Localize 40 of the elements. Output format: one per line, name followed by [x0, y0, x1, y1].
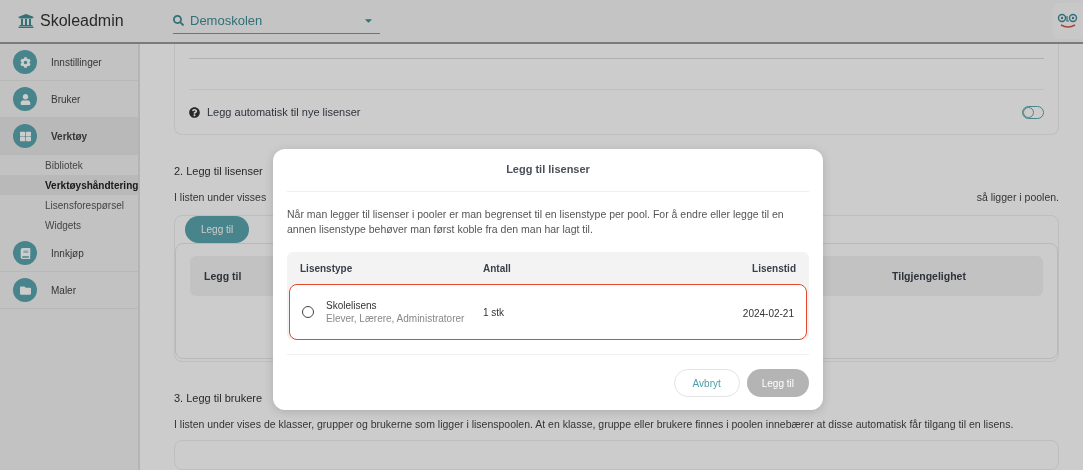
app-title: Skoleadmin [40, 12, 124, 30]
license-expiry: 2024-02-21 [742, 308, 794, 319]
column-header: Tilgjengelighet [891, 270, 967, 282]
menu-icon [13, 87, 37, 111]
menu-icon [13, 278, 37, 302]
face-icon [1057, 13, 1079, 29]
section-heading: 2. Legg til lisenser [174, 165, 263, 177]
auto-add-toggle[interactable] [1022, 105, 1044, 119]
section-description: I listen under vises de klasser, grupper og brukerne som ligger i lisenspoolen. At en klasse, gruppe eller brukere finnes i poolen innebærer at disse automatisk får tilgang til en lisens. [174, 418, 1015, 431]
help-icon [189, 106, 200, 118]
menu-icon [13, 241, 37, 265]
sidebar-subitem[interactable]: Bibliotek [0, 155, 138, 175]
sidebar-subitem[interactable]: Widgets [0, 215, 138, 235]
sidebar-item[interactable]: Innkjøp [0, 235, 138, 272]
column-header: Lisenstid [751, 262, 796, 274]
school-search-field[interactable]: Demoskolen [173, 8, 380, 34]
section-description: I listen under visses [174, 191, 267, 203]
sidebar-item[interactable]: Maler [0, 272, 138, 309]
sidebar-item[interactable]: Verktøy [0, 118, 138, 155]
column-header: Lisenstype [300, 262, 354, 274]
building-icon [18, 13, 34, 29]
cancel-button[interactable]: Avbryt [673, 369, 740, 397]
license-name: Skolelisens [326, 300, 378, 311]
section-heading: 3. Legg til brukere [174, 392, 263, 405]
license-roles: Elever, Lærere, Administratorer [326, 313, 465, 324]
license-row[interactable]: Skolelisens Elever, Lærere, Administratorer 1 stk 2024-02-21 [289, 284, 807, 340]
menu-icon [13, 124, 37, 148]
search-icon [173, 15, 184, 26]
column-header: Legg til [204, 270, 242, 282]
column-header: Antall [483, 262, 512, 274]
dialog-text: Når man legger til lisenser i pooler er man begrenset til en lisenstype per pool. For å endre eller legge til en annen lisenstype behøver man først koble fra den man har lagt til. [287, 207, 785, 237]
section-description: så ligger i poolen. [976, 191, 1059, 203]
face-avatar[interactable] [1053, 3, 1083, 39]
sidebar-item[interactable]: Innstillinger [0, 44, 138, 81]
auto-add-label: Legg automatisk til nye lisenser [207, 106, 362, 118]
license-count: 1 stk [483, 306, 506, 318]
sidebar-subitem[interactable]: Verktøyshåndtering [0, 175, 138, 195]
menu-icon [13, 50, 37, 74]
sidebar-subitem[interactable]: Lisensforespørsel [0, 195, 138, 215]
dialog-title: Legg til lisenser [287, 149, 809, 192]
